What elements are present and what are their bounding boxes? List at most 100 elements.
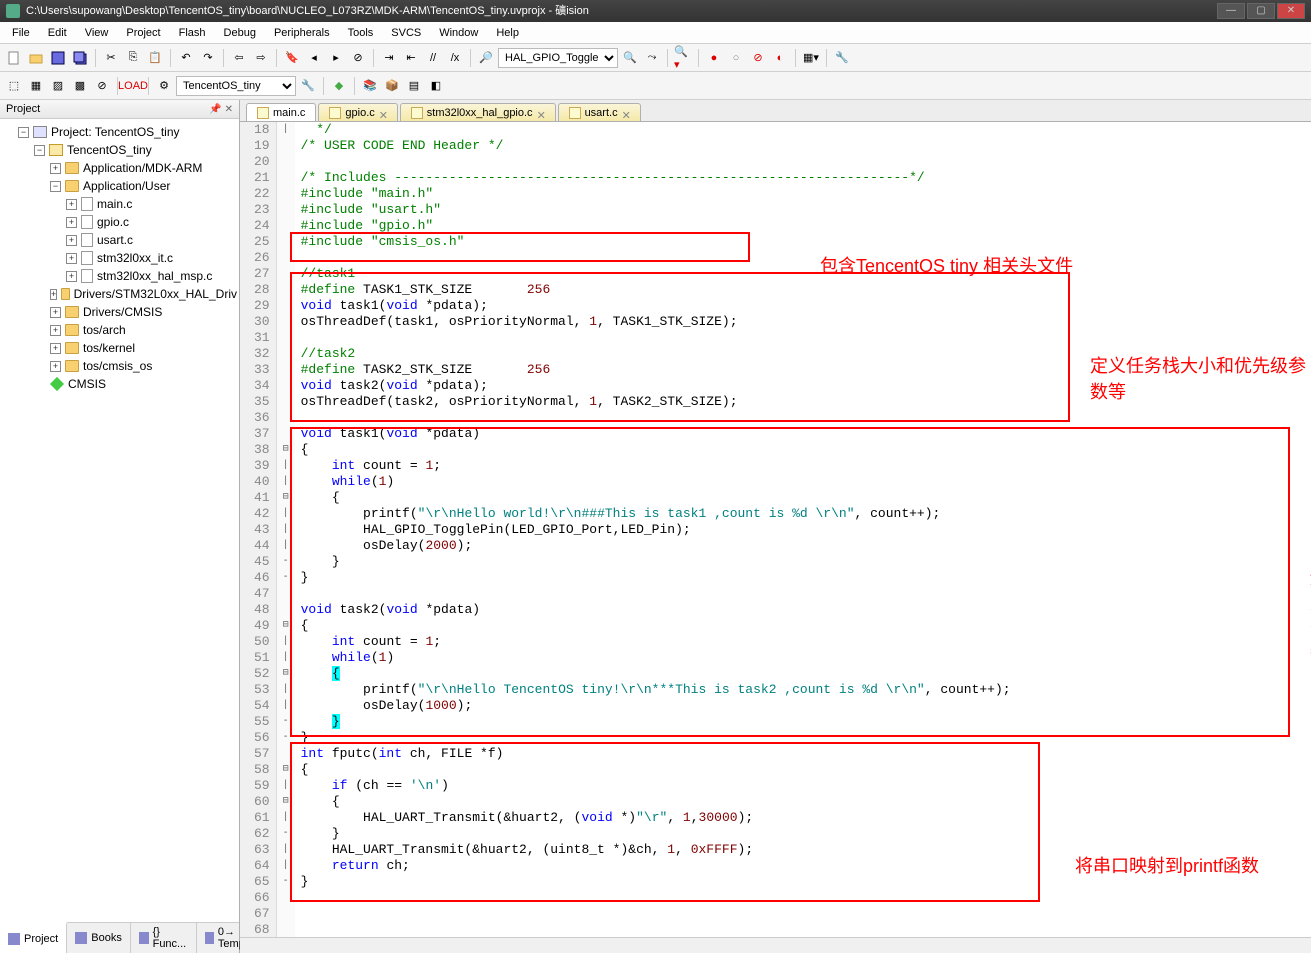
project-tree[interactable]: −Project: TencentOS_tiny −TencentOS_tiny…: [0, 119, 239, 922]
tree-group[interactable]: +tos/arch: [50, 321, 237, 339]
configure-icon[interactable]: 🔧: [832, 48, 852, 68]
open-file-icon[interactable]: [26, 48, 46, 68]
close-icon[interactable]: ✕: [622, 109, 630, 117]
download-icon[interactable]: LOAD: [123, 76, 143, 96]
menu-peripherals[interactable]: Peripherals: [266, 25, 338, 41]
debug-icon[interactable]: 🔍▾: [673, 48, 693, 68]
menu-view[interactable]: View: [77, 25, 117, 41]
undo-icon[interactable]: ↶: [176, 48, 196, 68]
comment-icon[interactable]: //: [423, 48, 443, 68]
fold-column[interactable]: |⊟||⊟|||--⊟||⊟||--⊟|⊟|-||-: [277, 122, 295, 937]
menu-debug[interactable]: Debug: [216, 25, 264, 41]
bookmark-clear-icon[interactable]: ⊘: [348, 48, 368, 68]
tree-group[interactable]: +Application/MDK-ARM: [50, 159, 237, 177]
build-icon[interactable]: ▦: [26, 76, 46, 96]
folder-icon: [65, 180, 79, 192]
bookmark-next-icon[interactable]: ▸: [326, 48, 346, 68]
main-area: Project 📌 ✕ −Project: TencentOS_tiny −Te…: [0, 100, 1311, 953]
manage-targets-icon[interactable]: 🔧: [298, 76, 318, 96]
panel-tabs: ProjectBooks{} Func...0→ Temp...: [0, 922, 239, 953]
breakpoint-kill-icon[interactable]: ⊘: [748, 48, 768, 68]
close-icon[interactable]: ✕: [379, 109, 387, 117]
menu-flash[interactable]: Flash: [171, 25, 214, 41]
manage-layers-icon[interactable]: ▤: [404, 76, 424, 96]
copy-icon[interactable]: ⎘: [123, 48, 143, 68]
save-icon[interactable]: [48, 48, 68, 68]
tab-icon: [75, 932, 87, 944]
incremental-find-icon[interactable]: ⤳: [642, 48, 662, 68]
source-text[interactable]: */ /* USER CODE END Header */ /* Include…: [295, 122, 1011, 937]
tree-file[interactable]: +usart.c: [66, 231, 237, 249]
translate-icon[interactable]: ⬚: [4, 76, 24, 96]
target-dropdown[interactable]: TencentOS_tiny: [176, 76, 296, 96]
file-icon: [569, 107, 581, 119]
workspace-icon: [33, 126, 47, 138]
tree-group[interactable]: +Drivers/STM32L0xx_HAL_Driv: [50, 285, 237, 303]
minimize-button[interactable]: —: [1217, 3, 1245, 19]
bookmark-icon[interactable]: 🔖: [282, 48, 302, 68]
batch-build-icon[interactable]: ▩: [70, 76, 90, 96]
menu-edit[interactable]: Edit: [40, 25, 75, 41]
paste-icon[interactable]: 📋: [145, 48, 165, 68]
target-options-icon[interactable]: ⚙: [154, 76, 174, 96]
project-root[interactable]: −Project: TencentOS_tiny: [18, 123, 237, 141]
new-file-icon[interactable]: [4, 48, 24, 68]
file-tab-stm32l0xx_hal_gpio-c[interactable]: stm32l0xx_hal_gpio.c ✕: [400, 103, 556, 121]
nav-fwd-icon[interactable]: ⇨: [251, 48, 271, 68]
nav-back-icon[interactable]: ⇦: [229, 48, 249, 68]
file-tab-main-c[interactable]: main.c: [246, 103, 316, 121]
breakpoint-icon[interactable]: ●: [704, 48, 724, 68]
books-icon[interactable]: 📚: [360, 76, 380, 96]
close-button[interactable]: ✕: [1277, 3, 1305, 19]
manage-rte-icon[interactable]: ◆: [329, 76, 349, 96]
stop-build-icon[interactable]: ⊘: [92, 76, 112, 96]
panel-tab-0[interactable]: Project: [0, 922, 67, 953]
indent-icon[interactable]: ⇥: [379, 48, 399, 68]
window-tile-icon[interactable]: ▦▾: [801, 48, 821, 68]
file-tab-usart-c[interactable]: usart.c ✕: [558, 103, 641, 121]
tree-file[interactable]: +stm32l0xx_it.c: [66, 249, 237, 267]
find-icon[interactable]: 🔍: [620, 48, 640, 68]
menubar: FileEditViewProjectFlashDebugPeripherals…: [0, 22, 1311, 44]
tree-group[interactable]: +tos/cmsis_os: [50, 357, 237, 375]
menu-file[interactable]: File: [4, 25, 38, 41]
menu-help[interactable]: Help: [488, 25, 527, 41]
panel-tab-2[interactable]: {} Func...: [131, 923, 198, 953]
find-in-files-icon[interactable]: 🔎: [476, 48, 496, 68]
folder-icon: [65, 360, 79, 372]
file-icon: [411, 107, 423, 119]
tree-group[interactable]: −Application/User: [50, 177, 237, 195]
tree-group[interactable]: +Drivers/CMSIS: [50, 303, 237, 321]
sve-icon[interactable]: ◧: [426, 76, 446, 96]
close-icon[interactable]: ✕: [537, 109, 545, 117]
pack-installer-icon[interactable]: 📦: [382, 76, 402, 96]
target-node[interactable]: −TencentOS_tiny: [34, 141, 237, 159]
menu-tools[interactable]: Tools: [340, 25, 382, 41]
maximize-button[interactable]: ▢: [1247, 3, 1275, 19]
cut-icon[interactable]: ✂: [101, 48, 121, 68]
tree-file[interactable]: +stm32l0xx_hal_msp.c: [66, 267, 237, 285]
outdent-icon[interactable]: ⇤: [401, 48, 421, 68]
tree-group[interactable]: CMSIS: [50, 375, 237, 393]
menu-window[interactable]: Window: [431, 25, 486, 41]
menu-project[interactable]: Project: [118, 25, 168, 41]
breakpoint-disable-icon[interactable]: ○: [726, 48, 746, 68]
file-tab-gpio-c[interactable]: gpio.c ✕: [318, 103, 397, 121]
titlebar: C:\Users\supowang\Desktop\TencentOS_tiny…: [0, 0, 1311, 22]
tree-file[interactable]: +main.c: [66, 195, 237, 213]
menu-svcs[interactable]: SVCS: [383, 25, 429, 41]
redo-icon[interactable]: ↷: [198, 48, 218, 68]
folder-icon: [65, 306, 79, 318]
symbol-dropdown[interactable]: HAL_GPIO_Toggle: [498, 48, 618, 68]
horizontal-scrollbar[interactable]: [240, 937, 1311, 953]
rebuild-icon[interactable]: ▨: [48, 76, 68, 96]
tree-group[interactable]: +tos/kernel: [50, 339, 237, 357]
tree-file[interactable]: +gpio.c: [66, 213, 237, 231]
bookmark-prev-icon[interactable]: ◂: [304, 48, 324, 68]
panel-tab-1[interactable]: Books: [67, 923, 131, 953]
code-editor[interactable]: 18 19 20 21 22 23 24 25 26 27 28 29 30 3…: [240, 122, 1311, 937]
pin-icon[interactable]: 📌 ✕: [209, 104, 233, 115]
uncomment-icon[interactable]: /x: [445, 48, 465, 68]
breakpoint-enable-icon[interactable]: ◐: [770, 48, 790, 68]
save-all-icon[interactable]: [70, 48, 90, 68]
